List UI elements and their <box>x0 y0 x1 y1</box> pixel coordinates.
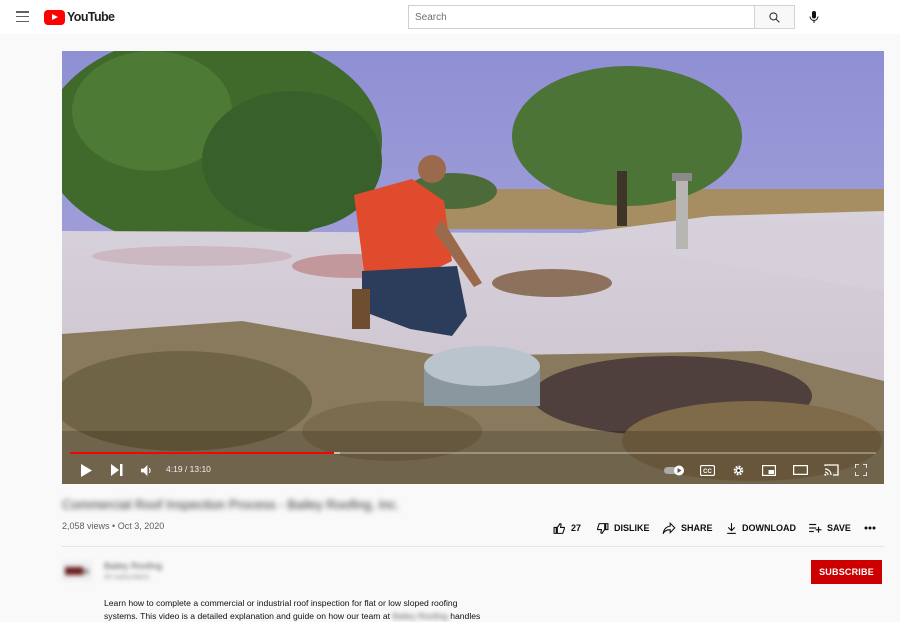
fullscreen-icon <box>855 464 867 476</box>
search-icon <box>768 11 781 24</box>
description-channel-mention: Bailey Roofing <box>392 610 447 622</box>
next-button[interactable] <box>107 460 127 480</box>
video-player[interactable] <box>62 51 884 484</box>
miniplayer-button[interactable] <box>760 460 778 480</box>
channel-avatar[interactable] <box>62 561 92 581</box>
download-button[interactable]: DOWNLOAD <box>726 518 796 538</box>
channel-name[interactable]: Bailey Roofing <box>104 561 162 571</box>
captions-button[interactable]: CC <box>698 460 716 480</box>
subscriber-count: 40 subscribers <box>104 574 150 581</box>
download-icon <box>726 522 737 535</box>
youtube-play-icon <box>44 10 65 25</box>
hamburger-menu-icon[interactable] <box>16 11 29 22</box>
video-meta: 2,058 views • Oct 3, 2020 <box>62 521 164 531</box>
next-icon <box>111 464 123 476</box>
video-frame <box>62 51 884 484</box>
captions-icon: CC <box>700 465 715 476</box>
share-label: SHARE <box>681 523 713 533</box>
cast-button[interactable] <box>822 460 840 480</box>
theater-mode-button[interactable] <box>791 460 809 480</box>
voice-search-button[interactable] <box>802 5 826 29</box>
like-button[interactable]: 27 <box>553 518 581 538</box>
video-description: Learn how to complete a commercial or in… <box>104 597 524 622</box>
description-line-2: systems. This video is a detailed explan… <box>104 610 524 622</box>
progress-bar[interactable] <box>70 452 876 454</box>
download-label: DOWNLOAD <box>742 523 796 533</box>
play-icon <box>80 464 92 477</box>
thumbs-up-icon <box>553 522 566 535</box>
svg-text:CC: CC <box>703 468 712 474</box>
video-title: Commercial Roof Inspection Process - Bai… <box>62 497 399 512</box>
settings-button[interactable] <box>729 460 747 480</box>
youtube-logo[interactable]: YouTube <box>44 9 114 25</box>
meta-separator: • <box>112 521 115 531</box>
volume-button[interactable] <box>136 460 156 480</box>
settings-icon <box>732 464 745 477</box>
fullscreen-button[interactable] <box>852 460 870 480</box>
duration: 13:10 <box>190 464 211 474</box>
search-button[interactable] <box>754 5 795 29</box>
more-actions-button[interactable] <box>864 518 878 538</box>
thumbs-down-icon <box>596 522 609 535</box>
view-count: 2,058 views <box>62 521 110 531</box>
info-divider <box>62 546 884 547</box>
dislike-label: DISLIKE <box>614 523 650 533</box>
time-display: 4:19 / 13:10 <box>166 464 211 474</box>
autoplay-toggle-icon <box>664 465 686 476</box>
microphone-icon <box>808 10 820 24</box>
cast-icon <box>824 464 839 476</box>
playlist-add-icon <box>808 522 822 534</box>
autoplay-toggle[interactable] <box>663 460 687 480</box>
progress-played <box>70 452 334 454</box>
share-icon <box>662 522 676 535</box>
dislike-button[interactable]: DISLIKE <box>596 518 650 538</box>
player-controls: 4:19 / 13:10 CC <box>62 458 884 482</box>
current-time: 4:19 <box>166 464 183 474</box>
like-count: 27 <box>571 523 581 533</box>
save-label: SAVE <box>827 523 851 533</box>
masthead: YouTube <box>0 0 900 34</box>
description-line-2-start: systems. This video is a detailed explan… <box>104 611 390 621</box>
share-button[interactable]: SHARE <box>662 518 713 538</box>
logo-text: YouTube <box>67 10 114 24</box>
search-input[interactable] <box>409 6 754 28</box>
description-line-1: Learn how to complete a commercial or in… <box>104 597 524 610</box>
subscribe-button[interactable]: SUBSCRIBE <box>811 560 882 584</box>
more-horizontal-icon <box>864 526 876 530</box>
search-box <box>408 5 755 29</box>
miniplayer-icon <box>762 465 776 476</box>
save-button[interactable]: SAVE <box>808 518 851 538</box>
play-button[interactable] <box>76 460 96 480</box>
theater-mode-icon <box>793 465 808 475</box>
volume-icon <box>141 465 152 476</box>
upload-date: Oct 3, 2020 <box>118 521 165 531</box>
description-line-2-end: handles <box>450 611 480 621</box>
